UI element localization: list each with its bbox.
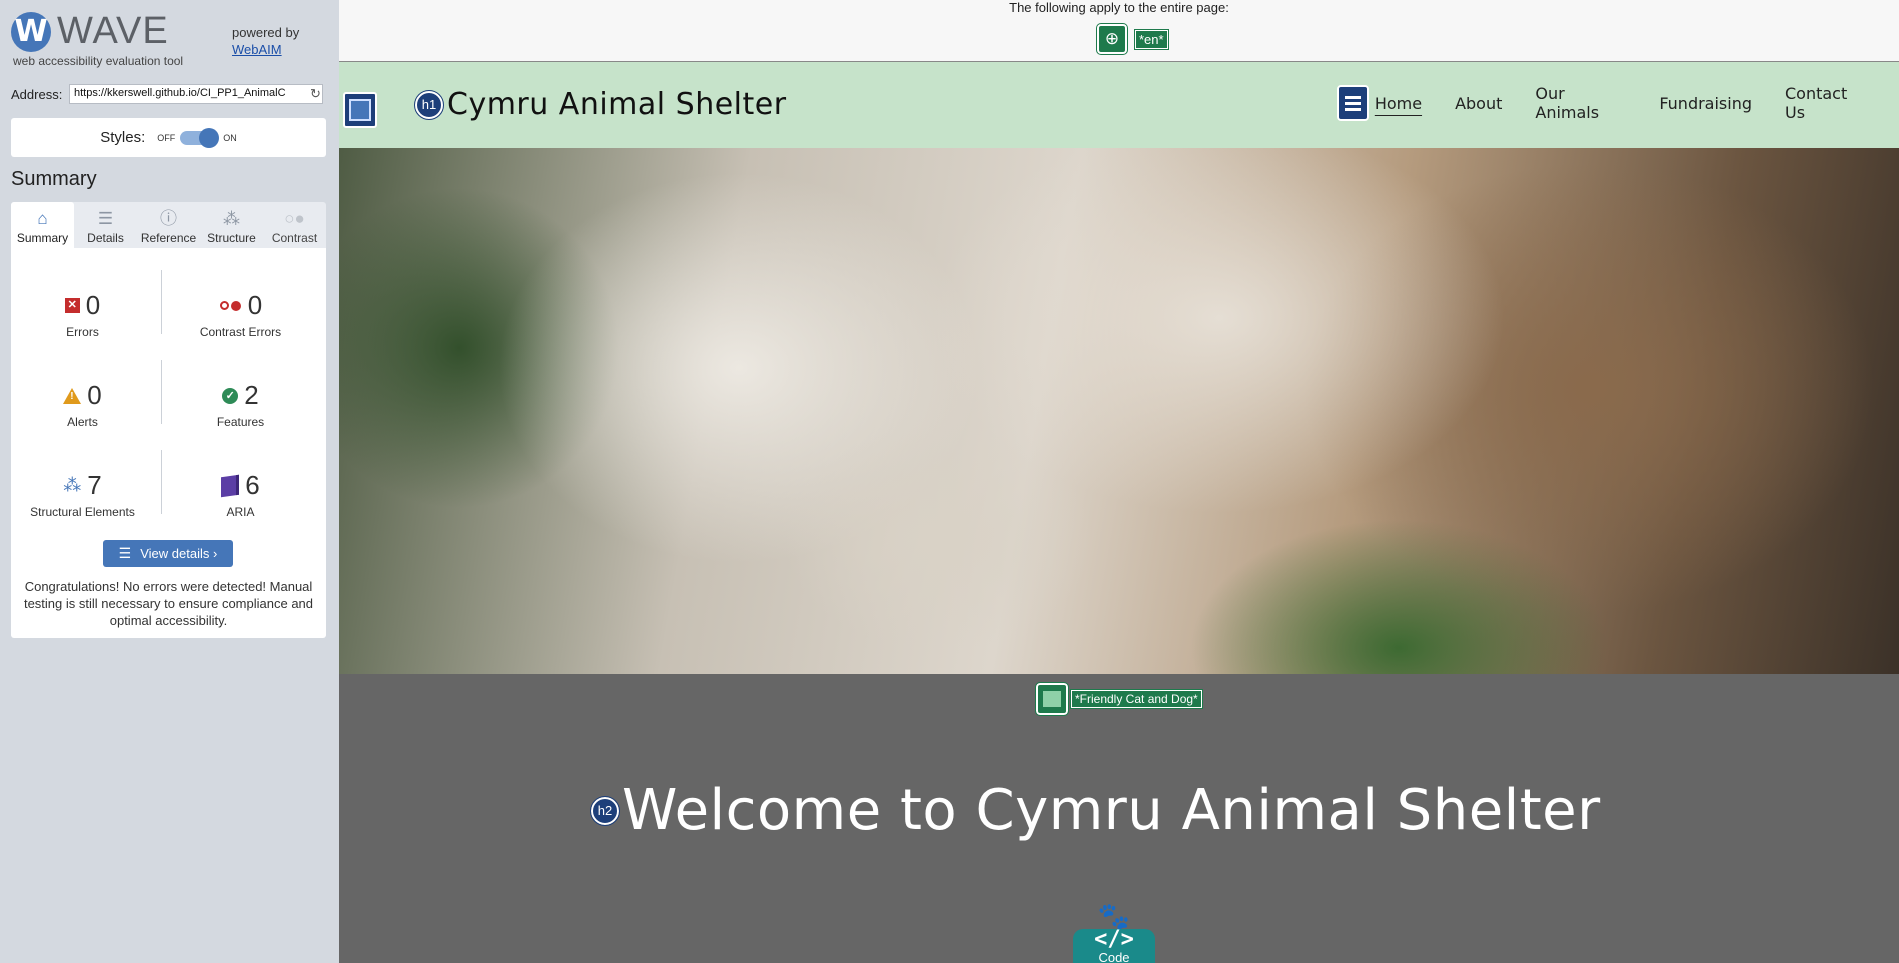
powered-by: powered by WebAIM [232,24,299,58]
powered-by-text: powered by [232,25,300,40]
stat-errors[interactable]: ✕ 0 Errors [11,290,154,339]
stat-aria[interactable]: 6 ARIA [169,470,312,519]
nav-contact-us[interactable]: Contact Us [1785,84,1866,122]
paw-icon: 🐾 [1097,901,1131,931]
contrast-errors-label: Contrast Errors [199,325,282,339]
header-landmark-icon[interactable] [343,92,377,128]
language-indicator[interactable]: ⊕ *en* [1096,23,1169,55]
view-details-button[interactable]: ☰ View details › [103,540,233,567]
address-input[interactable]: https://kkerswell.github.io/CI_PP1_Anima… [69,84,323,104]
tab-reference[interactable]: ⓘ Reference [137,202,200,248]
nav-our-animals[interactable]: Our Animals [1535,84,1626,122]
reload-icon[interactable]: ↻ [310,86,321,102]
code-toggle[interactable]: 🐾 </> Code [1073,903,1155,963]
styles-off-label: OFF [157,132,176,143]
structure-icon: ⁂ [223,209,240,228]
view-details-label: View details › [140,546,218,561]
divider [161,360,162,424]
wave-logo-text: WAVE [57,10,169,52]
evaluated-page: The following apply to the entire page: … [339,0,1899,963]
browser-window: W WAVE web accessibility evaluation tool… [0,0,1899,963]
welcome-heading-wrap: h2 Welcome to Cymru Animal Shelter [590,778,1601,843]
aria-icon [221,474,240,497]
wave-tabs: ⌂ Summary ☰ Details ⓘ Reference ⁂ Struct… [11,202,326,248]
stat-alerts[interactable]: ! 0 Alerts [11,380,154,429]
h2-badge-icon[interactable]: h2 [590,795,620,826]
alert-icon: ! [63,387,82,404]
aria-count: 6 [245,470,260,500]
aria-label: ARIA [226,505,255,519]
image-alt-indicator[interactable]: *Friendly Cat and Dog* [1035,682,1203,716]
list-icon: ☰ [97,209,114,228]
stat-features[interactable]: ✓ 2 Features [169,380,312,429]
alerts-label: Alerts [67,415,98,429]
info-icon: ⓘ [160,209,177,228]
alt-text-tag: *Friendly Cat and Dog* [1070,689,1203,709]
contrast-icon: ○● [284,209,305,228]
globe-icon[interactable]: ⊕ [1096,23,1128,55]
wave-tagline: web accessibility evaluation tool [13,54,184,68]
site-title[interactable]: Cymru Animal Shelter [447,87,787,122]
feature-check-icon: ✓ [222,387,239,404]
nav-about[interactable]: About [1455,94,1502,113]
page-level-bar: The following apply to the entire page: … [339,0,1899,62]
navigation-landmark-icon[interactable] [1337,85,1369,121]
tab-label: Structure [207,231,256,245]
tab-structure[interactable]: ⁂ Structure [200,202,263,248]
code-icon: </> [1094,927,1134,952]
divider [161,450,162,514]
errors-label: Errors [66,325,99,339]
tab-label: Contrast [271,231,318,245]
site-header: h1 Cymru Animal Shelter Home About Our A… [339,62,1899,148]
tab-label: Summary [16,231,69,245]
error-icon: ✕ [64,298,80,313]
page-level-text: The following apply to the entire page: [1009,0,1229,15]
welcome-heading: Welcome to Cymru Animal Shelter [622,778,1601,843]
tab-details[interactable]: ☰ Details [74,202,137,248]
divider [161,270,162,334]
stat-structural[interactable]: ⁂ 7 Structural Elements [11,470,154,519]
main-nav: Home About Our Animals Fundraising Conta… [1337,84,1899,122]
errors-count: 0 [85,290,101,320]
summary-panel: ✕ 0 Errors 0 Contrast Errors ! 0 Alerts ✓ 2… [11,248,326,638]
nav-home[interactable]: Home [1375,94,1422,113]
tab-contrast[interactable]: ○● Contrast [263,202,326,248]
webaim-link[interactable]: WebAIM [232,41,299,58]
congrats-message: Congratulations! No errors were detected… [23,579,314,628]
styles-on-label: ON [223,132,237,143]
structural-count: 7 [87,470,102,500]
contrast-error-icon [219,300,242,311]
styles-label: Styles: [100,129,146,146]
code-button[interactable]: </> Code [1073,929,1155,963]
styles-switch[interactable] [180,127,220,148]
summary-heading: Summary [11,168,97,190]
site-title-wrap: h1 Cymru Animal Shelter [414,87,787,122]
wave-logo[interactable]: W WAVE [11,10,169,53]
structure-icon: ⁂ [63,475,82,495]
address-row: Address: https://kkerswell.github.io/CI_… [11,84,323,104]
features-label: Features [216,415,265,429]
tab-label: Reference [140,231,197,245]
h1-badge-icon[interactable]: h1 [414,89,444,120]
features-count: 2 [244,380,259,410]
hero-image-cat-and-dog [339,148,1899,674]
image-alt-icon[interactable] [1035,682,1069,716]
stat-contrast-errors[interactable]: 0 Contrast Errors [169,290,312,339]
tab-summary[interactable]: ⌂ Summary [11,202,74,248]
switch-knob [199,127,220,148]
wave-logo-icon: W [11,11,51,52]
nav-fundraising[interactable]: Fundraising [1659,94,1752,113]
language-tag: *en* [1134,28,1169,50]
contrast-errors-count: 0 [247,290,263,320]
list-icon: ☰ [118,545,132,561]
alerts-count: 0 [87,380,102,410]
address-label: Address: [11,86,63,102]
home-icon: ⌂ [37,209,48,228]
code-label: Code [1098,950,1130,963]
wave-sidebar: W WAVE web accessibility evaluation tool… [0,0,339,963]
tab-label: Details [87,231,124,245]
structural-label: Structural Elements [30,505,135,519]
styles-toggle-box: Styles: OFF ON [11,118,326,157]
